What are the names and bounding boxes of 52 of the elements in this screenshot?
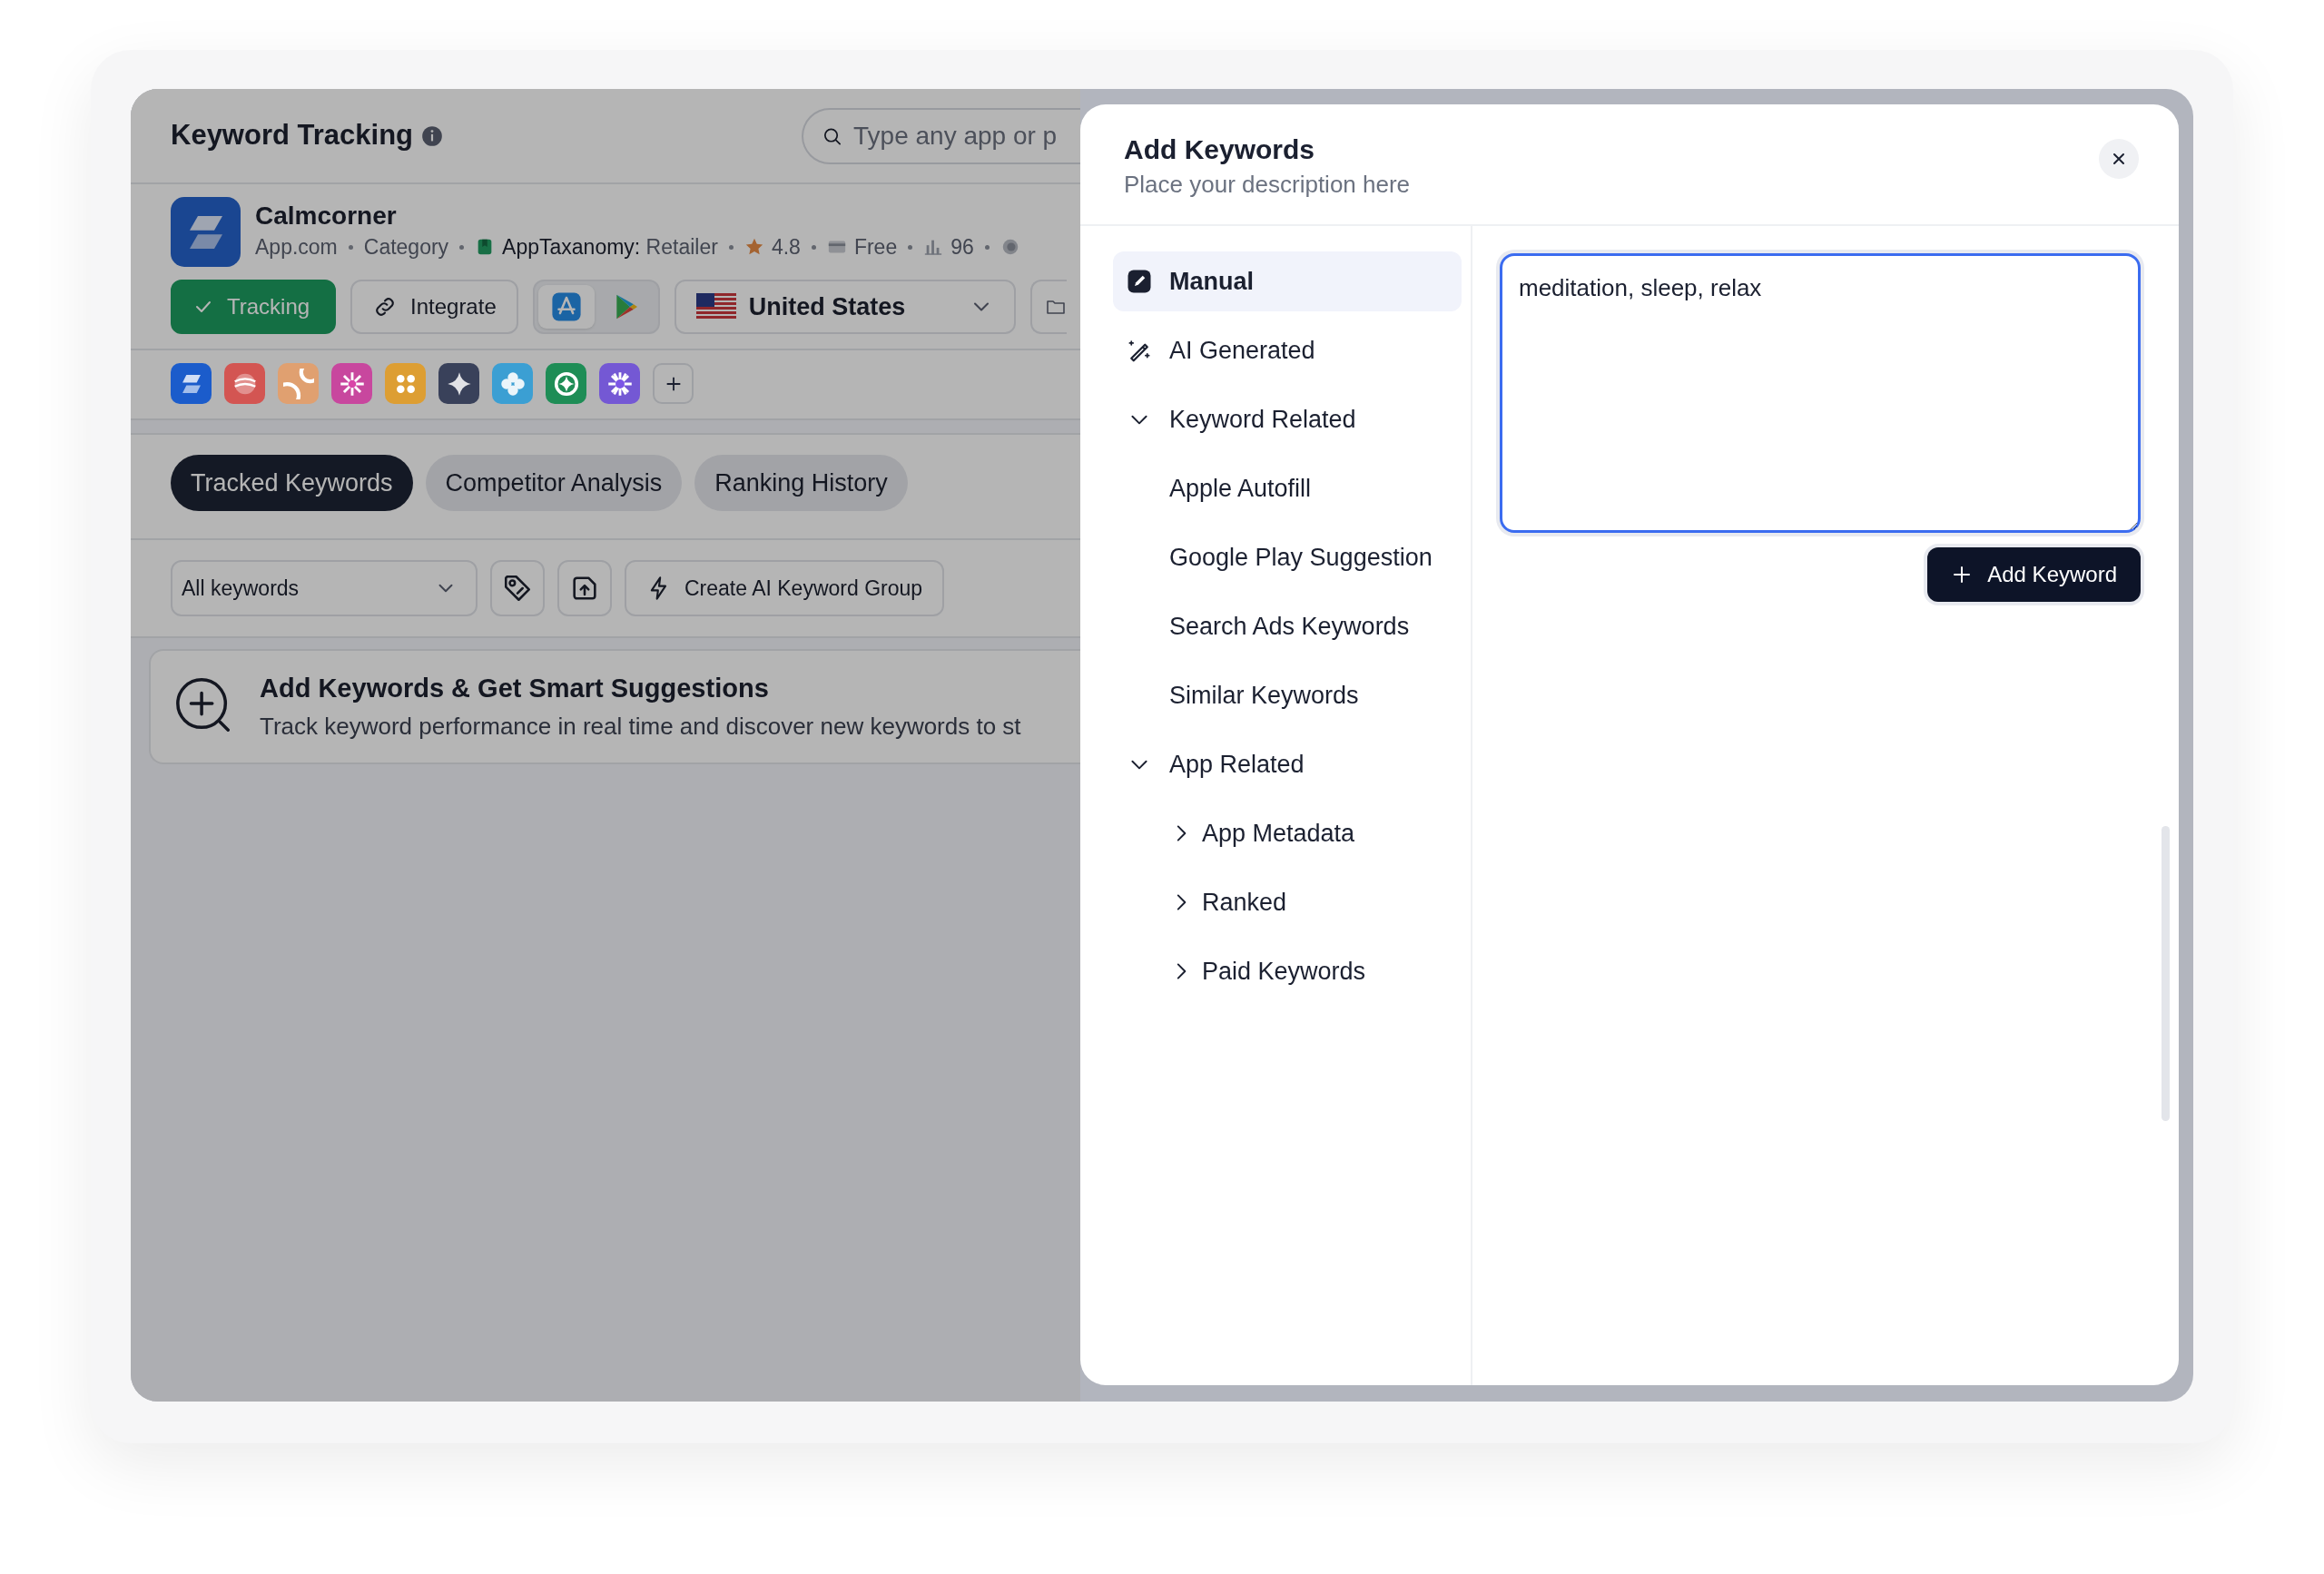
app-icon bbox=[171, 197, 241, 267]
folder-button[interactable] bbox=[1029, 280, 1067, 334]
menu-item[interactable]: AI Generated bbox=[1113, 320, 1462, 380]
menu-item[interactable]: App Metadata bbox=[1113, 803, 1462, 863]
create-group-button[interactable]: Create AI Keyword Group bbox=[625, 560, 945, 616]
app-name: Calmcorner bbox=[255, 201, 398, 232]
competitor-app-icon[interactable] bbox=[224, 363, 265, 404]
menu-item[interactable]: Manual bbox=[1113, 251, 1462, 311]
rank-text: 96 bbox=[950, 234, 974, 261]
competitor-app-icon[interactable] bbox=[599, 363, 640, 404]
app-store-toggle[interactable] bbox=[537, 285, 595, 329]
flag-icon bbox=[695, 293, 736, 320]
scrollbar[interactable] bbox=[2162, 826, 2170, 1121]
rating-text: 4.8 bbox=[771, 234, 801, 261]
tab[interactable]: Ranking History bbox=[694, 455, 908, 511]
search-field[interactable]: Type any app or p bbox=[802, 107, 1080, 164]
menu-item[interactable]: Apple Autofill bbox=[1113, 458, 1462, 518]
dialog-description: Place your description here bbox=[1124, 170, 1412, 200]
country-select[interactable]: United States bbox=[674, 280, 1016, 334]
upload-button[interactable] bbox=[557, 560, 612, 616]
menu-item[interactable]: Search Ads Keywords bbox=[1113, 596, 1462, 656]
integrate-button[interactable]: Integrate bbox=[350, 280, 518, 334]
menu-item[interactable]: Keyword Related bbox=[1113, 389, 1462, 449]
tab[interactable]: Tracked Keywords bbox=[171, 455, 413, 511]
taxonomy-text: AppTaxanomy: Retailer bbox=[502, 234, 718, 261]
info-icon bbox=[420, 123, 445, 148]
competitor-app-icon[interactable] bbox=[546, 363, 586, 404]
add-competitor-button[interactable] bbox=[653, 363, 694, 404]
app-store-icon bbox=[550, 291, 582, 322]
banner-title: Add Keywords & Get Smart Suggestions bbox=[260, 673, 770, 704]
menu-item[interactable]: Google Play Suggestion bbox=[1113, 527, 1462, 587]
app-meta-text: Category bbox=[363, 234, 449, 261]
banner-text: Track keyword performance in real time and discover new keywords to st bbox=[260, 711, 1021, 742]
app-meta-text: App.com bbox=[255, 234, 338, 261]
menu-item[interactable]: Similar Keywords bbox=[1113, 665, 1462, 725]
search-input[interactable]: Type any app or p bbox=[853, 116, 1080, 155]
keyword-filter-select[interactable]: All keywords bbox=[171, 560, 478, 616]
dialog-title: Add Keywords bbox=[1124, 133, 1316, 166]
competitor-app-icon[interactable] bbox=[331, 363, 372, 404]
page-title: Keyword Tracking bbox=[171, 118, 414, 153]
tab[interactable]: Competitor Analysis bbox=[425, 455, 683, 511]
competitor-app-icon[interactable] bbox=[438, 363, 479, 404]
close-button[interactable] bbox=[2099, 139, 2139, 179]
tag-button[interactable] bbox=[490, 560, 545, 616]
menu-item[interactable]: App Related bbox=[1113, 734, 1462, 794]
menu-item[interactable]: Paid Keywords bbox=[1113, 941, 1462, 1001]
keywords-input[interactable]: meditation, sleep, relax bbox=[1500, 253, 2141, 533]
menu-item[interactable]: Ranked bbox=[1113, 872, 1462, 932]
tag-icon bbox=[502, 573, 533, 604]
pencil-icon bbox=[1126, 268, 1153, 295]
competitor-app-icon[interactable] bbox=[171, 363, 212, 404]
price-text: Free bbox=[853, 234, 898, 261]
